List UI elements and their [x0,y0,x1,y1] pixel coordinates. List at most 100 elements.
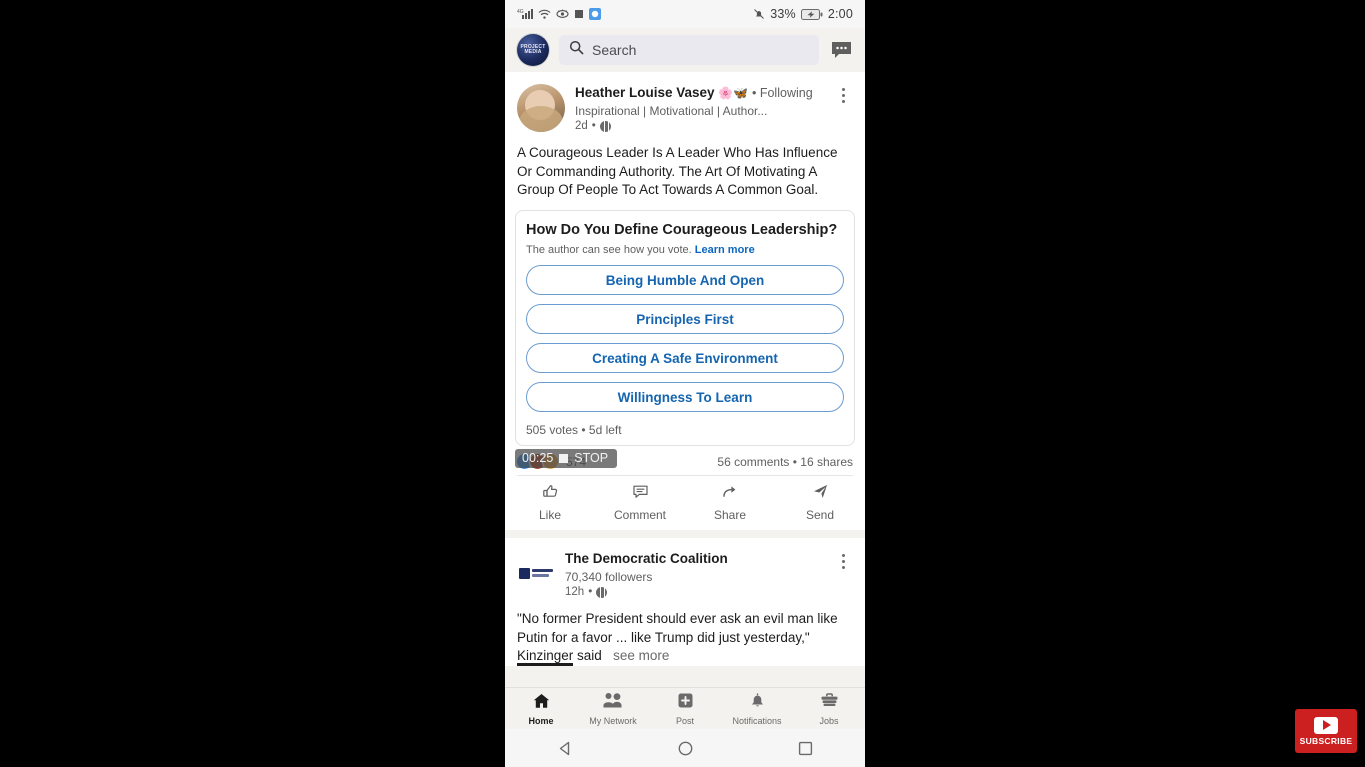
poll-learn-more-link[interactable]: Learn more [695,244,755,256]
post-body-text: "No former President should ever ask an … [505,598,865,667]
meta-dot: • [588,586,593,599]
nav-label-home: Home [528,715,554,726]
poll-option-3[interactable]: Willingness To Learn [526,382,844,413]
see-more-link[interactable]: see more [613,648,669,663]
post-card: Heather Louise Vasey 🌸🦋 • Following Insp… [505,72,865,531]
eye-icon [556,8,569,20]
comment-label: Comment [613,508,666,523]
square-icon [574,9,584,19]
send-button[interactable]: Send [775,476,865,530]
stop-square-icon[interactable] [559,453,569,463]
nav-item-my-network[interactable]: My Network [577,692,649,726]
follow-state[interactable]: • Following [752,86,813,100]
home-icon [532,692,551,715]
comments-shares-count[interactable]: 56 comments • 16 shares [717,455,853,469]
recording-elapsed: 00:25 [522,451,554,466]
briefcase-icon [820,692,839,715]
globe-icon [599,120,611,132]
poll-note-text: The author can see how you vote. [526,244,692,257]
signal-bars-icon: 4G [517,8,533,20]
logo-wordmark [532,569,553,578]
logo-mark [519,567,530,579]
post-body-line-3: Kinzinger said see more [517,647,853,667]
post-meta: 12h • [565,586,823,598]
youtube-play-icon [1314,716,1338,734]
clock-time: 2:00 [827,7,853,21]
thumbs-up-icon [542,483,559,505]
kebab-dot [841,94,845,97]
recents-square-icon[interactable] [790,733,820,763]
post-author-followers: 70,340 followers [565,569,653,584]
author-emoji: 🌸🦋 [718,86,749,100]
meta-dot: • [591,120,596,133]
post-author-info: The Democratic Coalition 70,340 follower… [565,550,823,598]
author-name-text: Heather Louise Vasey [575,85,715,100]
kebab-dot [841,100,845,103]
post-time: 2d [575,120,588,133]
post-author-avatar[interactable] [517,84,565,132]
people-icon [602,692,624,715]
home-circle-icon[interactable] [670,733,700,763]
poll-question: How Do You Define Courageous Leadership? [526,221,838,238]
chat-bubble-icon[interactable] [829,38,853,62]
share-button[interactable]: Share [685,476,775,530]
phone-viewport: 4G 33% 2:00 PROJECT MEDIA Search Heather… [505,0,865,767]
status-bar-right: 33% 2:00 [753,7,853,21]
avatar[interactable]: PROJECT MEDIA [517,34,549,66]
post-author-name[interactable]: Heather Louise Vasey 🌸🦋 • Following [575,85,823,102]
post-options-button[interactable] [833,550,853,598]
post-time: 12h [565,586,585,599]
kebab-dot [841,88,845,91]
organization-logo-icon [519,564,553,583]
post-author-avatar[interactable] [517,554,555,593]
nav-item-notifications[interactable]: Notifications [721,692,793,726]
android-status-bar: 4G 33% 2:00 [505,0,865,28]
nav-item-jobs[interactable]: Jobs [793,692,865,726]
subscribe-label: SUBSCRIBE [1299,735,1353,746]
post-author-name[interactable]: The Democratic Coalition [565,551,823,568]
post-author-headline: Inspirational | Motivational | Author... [575,103,768,118]
poll-card: How Do You Define Courageous Leadership?… [515,209,855,447]
send-paper-plane-icon [812,483,829,505]
globe-icon [596,586,608,598]
post-options-button[interactable] [833,84,853,132]
nav-item-home[interactable]: Home [505,692,577,726]
nav-label-notifications: Notifications [732,715,782,726]
feed-scroll-area[interactable]: Heather Louise Vasey 🌸🦋 • Following Insp… [505,72,865,687]
plus-square-icon [676,692,695,715]
app-top-bar: PROJECT MEDIA Search [505,28,865,72]
comment-bubble-icon [632,483,649,505]
send-label: Send [805,508,835,523]
kebab-dot [841,554,845,558]
app-badge-icon [589,8,601,20]
post-body-text: A Courageous Leader Is A Leader Who Has … [517,145,838,198]
share-label: Share [713,508,747,523]
battery-percent: 33% [770,7,796,21]
post-header: The Democratic Coalition 70,340 follower… [505,538,865,598]
poll-option-1[interactable]: Principles First [526,304,844,335]
poll-option-2[interactable]: Creating A Safe Environment [526,343,844,374]
nav-label-my-network: My Network [589,715,637,726]
post-meta: 2d • [575,120,823,132]
screen-recorder-overlay[interactable]: 00:25 STOP [515,449,618,468]
post-social-counts: 574 56 comments • 16 shares 00:25 STOP [505,446,865,475]
svg-text:4G: 4G [517,9,524,15]
back-triangle-icon[interactable] [550,733,580,763]
like-button[interactable]: Like [505,476,595,530]
nav-label-post: Post [675,715,694,726]
post-action-bar: Like Comment Share Send [505,476,865,530]
poll-privacy-note: The author can see how you vote. Learn m… [526,244,844,256]
recording-stop-label[interactable]: STOP [574,452,608,465]
youtube-subscribe-watermark[interactable]: SUBSCRIBE [1295,709,1357,753]
poll-option-0[interactable]: Being Humble And Open [526,265,844,296]
avatar-label: PROJECT MEDIA [520,43,546,55]
like-label: Like [538,508,561,523]
screenshot-root: 4G 33% 2:00 PROJECT MEDIA Search Heather… [0,0,1365,767]
search-placeholder: Search [592,42,637,58]
android-navigation-bar [505,729,865,767]
comment-button[interactable]: Comment [595,476,685,530]
nav-label-jobs: Jobs [819,715,839,726]
wifi-icon [538,8,551,20]
nav-item-post[interactable]: Post [649,692,721,726]
search-input[interactable]: Search [559,35,819,65]
